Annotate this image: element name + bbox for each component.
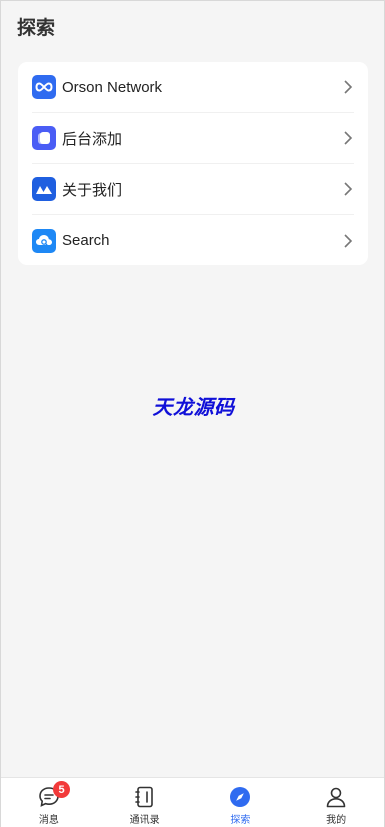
unread-badge: 5 xyxy=(53,781,70,798)
chevron-right-icon xyxy=(344,131,353,145)
watermark-text: 天龙源码 xyxy=(152,397,235,419)
menu-item-search[interactable]: Search xyxy=(32,215,354,266)
menu-item-about-us[interactable]: 关于我们 xyxy=(32,164,354,215)
person-icon xyxy=(326,787,346,808)
tab-contacts[interactable]: 通讯录 xyxy=(97,778,193,827)
compass-icon xyxy=(230,787,251,807)
tab-label: 探索 xyxy=(230,815,251,826)
menu-item-label: Search xyxy=(62,232,110,249)
tab-me[interactable]: 我的 xyxy=(288,778,384,827)
menu-item-label: Orson Network xyxy=(62,78,163,96)
chevron-right-icon xyxy=(344,80,353,94)
chevron-right-icon xyxy=(344,182,353,196)
menu-item-orson-network[interactable]: Orson Network xyxy=(32,62,354,113)
mountain-logo-icon xyxy=(32,177,56,201)
menu-item-label: 关于我们 xyxy=(62,181,123,199)
bottom-tab-bar: 5 消息 通讯录 探索 我的 xyxy=(1,777,384,827)
tab-messages[interactable]: 5 消息 xyxy=(1,778,97,827)
chevron-right-icon xyxy=(344,233,353,248)
tab-label: 消息 xyxy=(38,815,59,826)
explore-menu-card: Orson Network 后台添加 关于我们 Search xyxy=(18,62,368,265)
page-title: 探索 xyxy=(17,18,56,39)
tab-label: 我的 xyxy=(326,815,347,826)
cloud-search-icon xyxy=(32,228,56,253)
rounded-square-icon xyxy=(32,126,56,150)
menu-item-admin-add[interactable]: 后台添加 xyxy=(32,113,354,164)
infinity-icon xyxy=(32,75,56,99)
tab-explore[interactable]: 探索 xyxy=(193,778,289,827)
address-book-icon xyxy=(134,786,153,808)
tab-label: 通讯录 xyxy=(129,815,160,826)
menu-item-label: 后台添加 xyxy=(62,130,123,148)
